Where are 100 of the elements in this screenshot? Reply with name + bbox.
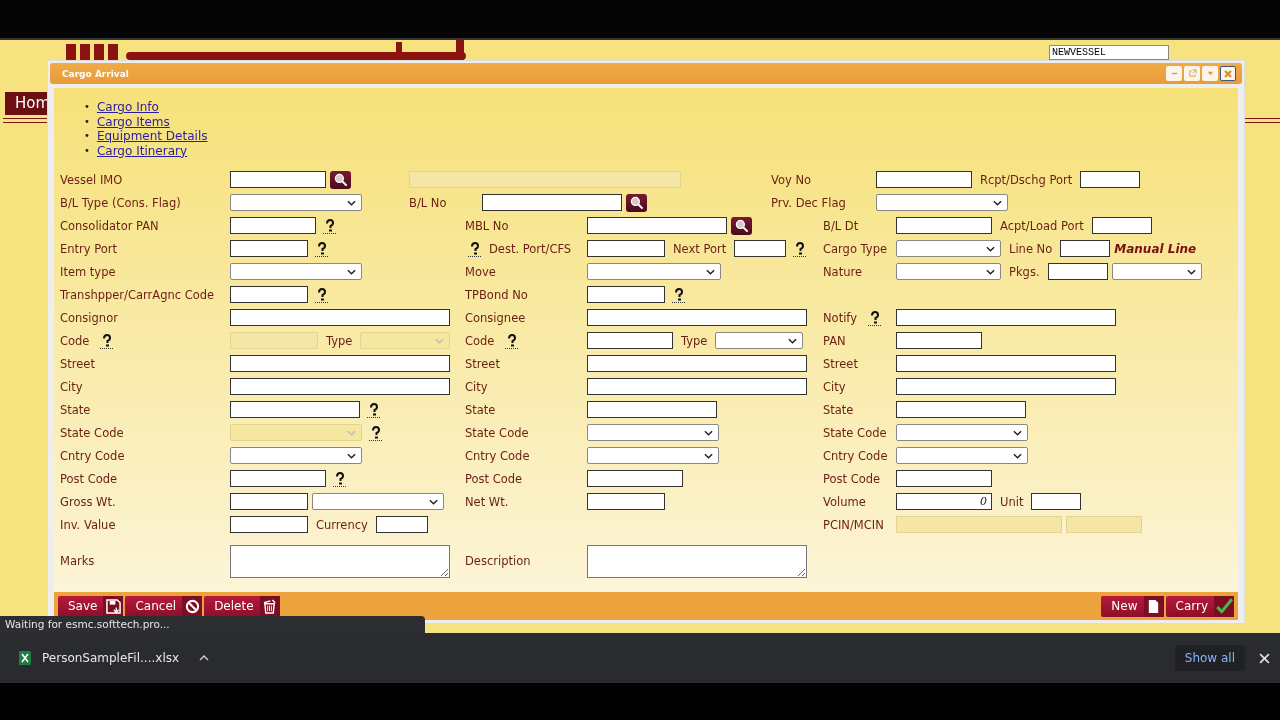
text-field[interactable] xyxy=(896,355,1116,372)
text-field[interactable] xyxy=(230,240,308,257)
text-field[interactable] xyxy=(230,217,316,234)
text-field[interactable] xyxy=(230,286,308,303)
dropdown-field[interactable] xyxy=(876,194,1008,211)
search-button[interactable] xyxy=(330,170,351,189)
show-all-button[interactable]: Show all xyxy=(1174,645,1245,671)
dropdown-field[interactable] xyxy=(230,447,362,464)
field-label: Line No xyxy=(1009,241,1053,256)
dropdown-field[interactable] xyxy=(587,263,721,280)
text-field[interactable] xyxy=(230,401,360,418)
help-icon[interactable] xyxy=(369,424,383,441)
text-field[interactable] xyxy=(587,378,807,395)
text-field[interactable] xyxy=(1047,263,1108,280)
text-field[interactable] xyxy=(230,309,450,326)
text-field[interactable] xyxy=(734,240,787,257)
text-field[interactable] xyxy=(896,309,1116,326)
close-icon xyxy=(1223,68,1233,79)
close-icon[interactable] xyxy=(1259,652,1270,664)
text-field[interactable] xyxy=(587,401,717,418)
dropdown-field[interactable] xyxy=(587,424,719,441)
text-area[interactable] xyxy=(587,544,807,578)
text-field[interactable] xyxy=(230,470,326,487)
chevron-icon xyxy=(347,429,356,436)
delete-button[interactable]: Delete xyxy=(204,595,280,617)
help-icon[interactable] xyxy=(315,286,329,303)
text-field[interactable] xyxy=(230,378,450,395)
text-field[interactable] xyxy=(876,171,972,188)
search-button[interactable] xyxy=(731,216,752,235)
chevron-icon xyxy=(986,268,995,275)
close-button[interactable] xyxy=(1220,66,1236,81)
help-icon[interactable] xyxy=(315,240,329,257)
help-icon[interactable] xyxy=(793,240,808,257)
dropdown-field[interactable] xyxy=(715,332,804,349)
download-filename[interactable]: PersonSampleFil....xlsx xyxy=(42,651,180,665)
help-icon[interactable] xyxy=(868,309,882,326)
help-icon[interactable] xyxy=(323,217,337,234)
dropdown-field[interactable] xyxy=(896,424,1028,441)
dropdown-field[interactable] xyxy=(896,447,1028,464)
text-field[interactable] xyxy=(230,493,308,510)
dropdown-field[interactable] xyxy=(1111,263,1202,280)
dropdown-field[interactable] xyxy=(896,240,1001,257)
field-label: Prv. Dec Flag xyxy=(771,195,846,210)
field-label: Entry Port xyxy=(60,241,118,256)
carry-button[interactable]: Carry xyxy=(1165,595,1234,617)
text-field[interactable] xyxy=(587,240,665,257)
text-field[interactable] xyxy=(896,332,982,349)
new-button[interactable]: New xyxy=(1101,595,1164,617)
help-icon[interactable] xyxy=(505,332,520,349)
text-field[interactable] xyxy=(587,309,807,326)
text-field[interactable] xyxy=(1031,493,1082,510)
text-field[interactable] xyxy=(230,355,450,372)
section-link[interactable]: Equipment Details xyxy=(96,129,208,144)
chevron-icon xyxy=(706,268,715,275)
dropdown-field[interactable] xyxy=(896,263,1001,280)
vessel-field[interactable]: NEWVESSEL xyxy=(1049,45,1169,60)
save-button[interactable]: Save xyxy=(58,595,124,617)
field-label: Notify xyxy=(823,310,857,325)
text-field[interactable] xyxy=(587,332,673,349)
help-icon[interactable] xyxy=(367,401,381,418)
field-label: State xyxy=(60,402,91,417)
dropdown-field[interactable] xyxy=(230,194,362,211)
text-field[interactable] xyxy=(230,171,326,188)
text-field[interactable] xyxy=(587,470,683,487)
dropdown-field[interactable] xyxy=(230,263,362,280)
text-field[interactable] xyxy=(587,217,727,234)
dropdown-field[interactable] xyxy=(587,447,719,464)
text-field[interactable] xyxy=(1080,171,1141,188)
field-label: City xyxy=(60,379,83,394)
caret-icon[interactable] xyxy=(199,655,210,661)
bullet: • xyxy=(84,129,90,143)
text-field[interactable] xyxy=(896,217,992,234)
help-icon[interactable] xyxy=(468,240,482,257)
text-field[interactable] xyxy=(587,493,665,510)
text-field[interactable] xyxy=(587,286,665,303)
help-icon[interactable] xyxy=(100,332,115,349)
section-link[interactable]: Cargo Items xyxy=(96,114,170,129)
text-area[interactable] xyxy=(230,544,450,578)
search-icon xyxy=(733,217,750,234)
text-field[interactable] xyxy=(230,516,308,533)
text-field[interactable] xyxy=(1091,217,1152,234)
text-field[interactable] xyxy=(1060,240,1111,257)
text-field[interactable] xyxy=(896,378,1116,395)
search-button[interactable] xyxy=(626,193,647,212)
section-link[interactable]: Cargo Info xyxy=(96,100,159,115)
help-icon[interactable] xyxy=(333,470,347,487)
dropdown-field[interactable] xyxy=(312,493,444,510)
text-field[interactable]: 0 xyxy=(896,493,992,510)
text-field[interactable] xyxy=(375,516,428,533)
text-field[interactable] xyxy=(482,194,622,211)
field-label: Post Code xyxy=(823,471,881,486)
help-icon[interactable] xyxy=(672,286,686,303)
field-label: Type xyxy=(681,333,708,348)
field-label: City xyxy=(465,379,488,394)
section-link[interactable]: Cargo Itinerary xyxy=(96,143,188,158)
field-label: Cntry Code xyxy=(60,448,125,463)
text-field[interactable] xyxy=(896,401,1026,418)
text-field[interactable] xyxy=(896,470,992,487)
text-field[interactable] xyxy=(587,355,807,372)
cancel-button[interactable]: Cancel xyxy=(125,595,203,617)
